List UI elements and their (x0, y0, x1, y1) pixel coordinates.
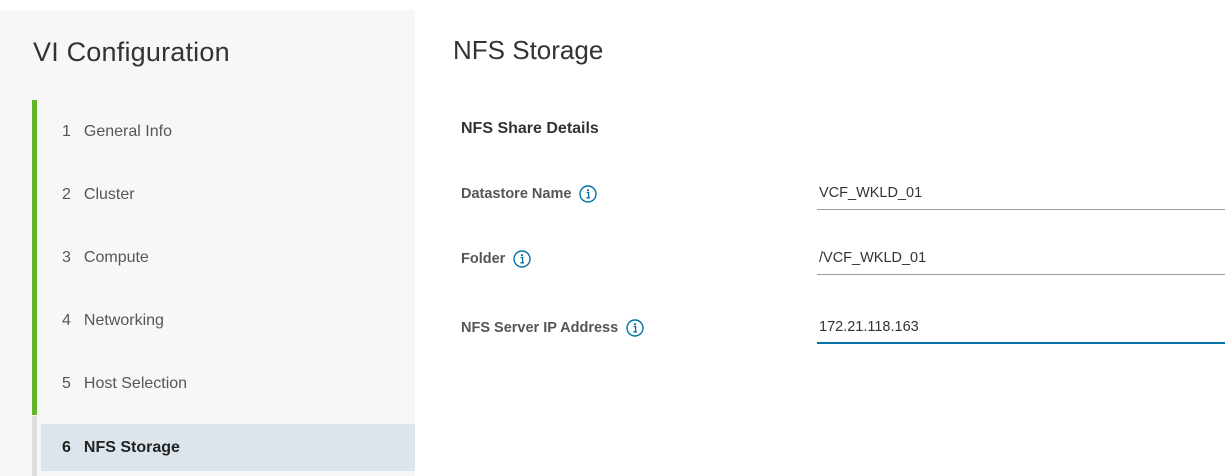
step-label: Host Selection (83, 374, 188, 392)
step-number: 5 (62, 374, 71, 392)
wizard-step-panel: VI Configuration 1 General Info 2 Cluste… (0, 10, 415, 476)
field-label-text: Datastore Name (461, 186, 572, 202)
datastore-name-row: Datastore Name (461, 177, 1225, 213)
step-label: Networking (83, 311, 164, 329)
step-number: 6 (62, 438, 71, 456)
vi-configuration-wizard: VI Configuration 1 General Info 2 Cluste… (0, 0, 1225, 476)
step-host-selection[interactable]: 5 Host Selection (32, 352, 415, 415)
step-rail-divider (32, 416, 37, 476)
step-number: 1 (62, 122, 71, 140)
nfs-server-ip-input[interactable] (817, 311, 1225, 344)
folder-input[interactable] (817, 242, 1225, 275)
step-general-info[interactable]: 1 General Info (32, 100, 415, 163)
step-compute[interactable]: 3 Compute (32, 226, 415, 289)
step-label: Compute (83, 248, 149, 266)
step-cluster[interactable]: 2 Cluster (32, 163, 415, 226)
folder-row: Folder (461, 242, 1225, 278)
wizard-steps: 1 General Info 2 Cluster 3 Compute 4 Net… (32, 100, 415, 476)
info-icon[interactable] (513, 250, 532, 268)
step-label: General Info (83, 122, 172, 140)
step-number: 2 (62, 185, 71, 203)
field-label-text: Folder (461, 251, 506, 267)
info-icon[interactable] (626, 319, 644, 337)
folder-label: Folder (461, 250, 532, 268)
field-label-text: NFS Server IP Address (461, 320, 619, 336)
section-title: NFS Share Details (461, 120, 599, 137)
step-number: 3 (62, 248, 71, 266)
datastore-name-label: Datastore Name (461, 185, 598, 203)
datastore-name-input[interactable] (817, 177, 1225, 210)
nfs-server-ip-label: NFS Server IP Address (461, 319, 644, 337)
step-label: Cluster (83, 185, 135, 203)
info-icon[interactable] (579, 185, 598, 203)
wizard-title: VI Configuration (33, 37, 230, 67)
step-networking[interactable]: 4 Networking (32, 289, 415, 352)
step-number: 4 (62, 311, 71, 329)
main-content: NFS Storage NFS Share Details Datastore … (415, 0, 1225, 476)
nfs-server-ip-row: NFS Server IP Address (461, 311, 1225, 347)
page-title: NFS Storage (453, 35, 604, 65)
step-nfs-storage[interactable]: 6 NFS Storage (41, 424, 415, 471)
step-label: NFS Storage (83, 438, 180, 456)
